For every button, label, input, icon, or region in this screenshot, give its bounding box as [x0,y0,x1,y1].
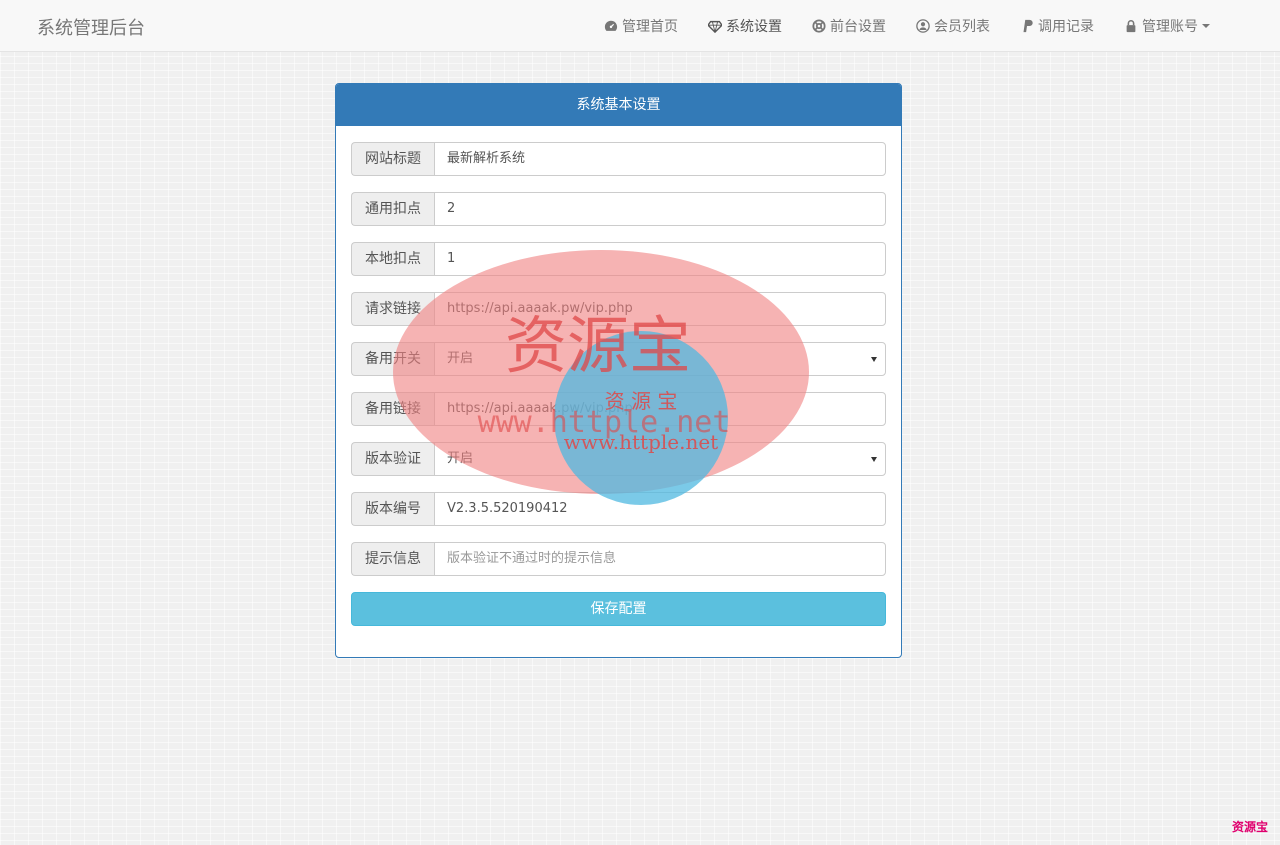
diamond-icon [708,20,722,33]
version-number-input[interactable]: V2.3.5.520190412 [434,492,886,526]
tip-message-input[interactable]: 版本验证不通过时的提示信息 [434,542,886,576]
dashboard-icon [604,20,618,31]
field-label: 提示信息 [351,542,434,576]
field-label: 通用扣点 [351,192,434,226]
user-circle-icon [916,19,930,33]
corner-watermark: 资源宝 [1231,820,1268,834]
request-url-input[interactable]: https://api.aaaak.pw/vip.php [434,292,886,326]
version-check-select[interactable]: 开启 [434,442,886,476]
select-value: 开启 [447,351,474,366]
form-row-general-points: 通用扣点 2 [351,192,886,226]
panel-title: 系统基本设置 [336,84,901,126]
field-label: 备用开关 [351,342,434,376]
brand-title[interactable]: 系统管理后台 [37,14,145,40]
field-label: 请求链接 [351,292,434,326]
settings-form: 网站标题 最新解析系统 通用扣点 2 本地扣点 1 请求链接 https://a… [336,126,901,626]
local-points-input[interactable]: 1 [434,242,886,276]
nav-item-frontend-settings[interactable]: 前台设置 [812,16,886,36]
lock-icon [1126,20,1136,33]
dropdown-arrow-icon [871,457,877,462]
site-title-input[interactable]: 最新解析系统 [434,142,886,176]
nav-item-member-list[interactable]: 会员列表 [916,16,990,36]
form-row-version-number: 版本编号 V2.3.5.520190412 [351,492,886,526]
form-row-tip-message: 提示信息 版本验证不通过时的提示信息 [351,542,886,576]
chevron-down-icon [1202,24,1210,28]
backup-switch-select[interactable]: 开启 [434,342,886,376]
nav-item-system-settings[interactable]: 系统设置 [708,16,782,36]
nav-label: 系统设置 [726,19,782,35]
settings-panel: 系统基本设置 网站标题 最新解析系统 通用扣点 2 本地扣点 1 请求链接 ht… [335,83,902,658]
field-label: 备用链接 [351,392,434,426]
field-label: 网站标题 [351,142,434,176]
nav-label: 会员列表 [934,19,990,35]
nav-label: 调用记录 [1038,19,1094,35]
form-row-backup-switch: 备用开关 开启 [351,342,886,376]
form-row-version-check: 版本验证 开启 [351,442,886,476]
nav-item-admin-account[interactable]: 管理账号 [1124,16,1210,36]
field-label: 本地扣点 [351,242,434,276]
form-row-site-title: 网站标题 最新解析系统 [351,142,886,176]
nav-item-dashboard[interactable]: 管理首页 [604,16,678,36]
nav-label: 管理首页 [622,19,678,35]
nav-menu: 管理首页 系统设置 前台设置 会员列表 调用记录 管理账号 [574,0,1210,52]
nav-label: 管理账号 [1142,19,1198,35]
form-row-backup-url: 备用链接 https://api.aaaak.pw/vip.php [351,392,886,426]
field-label: 版本编号 [351,492,434,526]
save-config-button[interactable]: 保存配置 [351,592,886,626]
lifebuoy-icon [812,19,826,33]
top-navbar: 系统管理后台 管理首页 系统设置 前台设置 会员列表 调用记录 管理账号 [0,0,1280,52]
paypal-icon [1023,19,1033,33]
dropdown-arrow-icon [871,357,877,362]
field-label: 版本验证 [351,442,434,476]
select-value: 开启 [447,451,474,466]
form-row-local-points: 本地扣点 1 [351,242,886,276]
general-points-input[interactable]: 2 [434,192,886,226]
backup-url-input[interactable]: https://api.aaaak.pw/vip.php [434,392,886,426]
form-row-request-url: 请求链接 https://api.aaaak.pw/vip.php [351,292,886,326]
nav-label: 前台设置 [830,19,886,35]
nav-item-call-records[interactable]: 调用记录 [1020,16,1094,36]
